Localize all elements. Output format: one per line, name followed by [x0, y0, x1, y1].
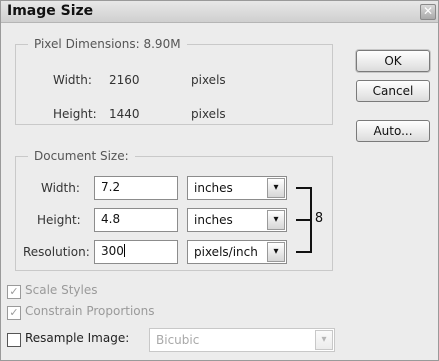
document-width-label: Width: [41, 181, 80, 195]
ok-button[interactable]: OK [356, 50, 430, 72]
resolution-input[interactable]: 300 [94, 240, 178, 264]
chevron-down-icon[interactable]: ▾ [315, 330, 333, 350]
resample-method-select[interactable]: Bicubic ▾ [149, 328, 335, 352]
resolution-unit-value: pixels/inch [194, 245, 258, 259]
document-height-input[interactable]: 4.8 [94, 208, 178, 232]
resample-method-value: Bicubic [156, 333, 200, 347]
scale-styles-checkbox[interactable]: ✓ [7, 285, 21, 299]
document-height-label: Height: [37, 213, 81, 227]
pixel-width-label: Width: [53, 73, 92, 87]
auto-button[interactable]: Auto... [356, 120, 430, 142]
constrain-proportions-label: Constrain Proportions [25, 304, 155, 318]
title-bar[interactable]: Image Size ✕ [1, 1, 438, 23]
pixel-dimensions-legend: Pixel Dimensions: 8.90M [34, 37, 181, 51]
chevron-down-icon[interactable]: ▾ [267, 178, 285, 198]
pixel-height-label: Height: [53, 107, 97, 121]
chevron-down-icon[interactable]: ▾ [267, 242, 285, 262]
pixel-width-unit: pixels [191, 73, 226, 87]
resample-image-label: Resample Image: [25, 331, 130, 345]
resolution-value: 300 [101, 244, 124, 258]
resolution-unit-select[interactable]: pixels/inch ▾ [187, 240, 287, 264]
pixel-height-value: 1440 [109, 107, 140, 121]
image-size-dialog: Image Size ✕ Pixel Dimensions: 8.90M Wid… [0, 0, 439, 361]
chain-link-icon: 8 [314, 211, 324, 226]
constrain-proportions-checkbox[interactable]: ✓ [7, 306, 21, 320]
document-height-unit-value: inches [194, 213, 233, 227]
document-width-unit-value: inches [194, 181, 233, 195]
document-width-input[interactable]: 7.2 [94, 176, 178, 200]
resample-image-checkbox[interactable] [7, 333, 21, 347]
bracket-vertical-top [310, 187, 312, 221]
resolution-label: Resolution: [23, 245, 90, 259]
scale-styles-label: Scale Styles [25, 283, 98, 297]
checkmark-icon: ✓ [9, 306, 19, 319]
document-width-unit-select[interactable]: inches ▾ [187, 176, 287, 200]
text-cursor [123, 244, 125, 257]
document-size-legend: Document Size: [34, 149, 129, 163]
close-button[interactable]: ✕ [420, 4, 436, 20]
pixel-dimensions-size: 8.90M [143, 37, 181, 51]
checkmark-icon: ✓ [9, 285, 19, 298]
document-height-unit-select[interactable]: inches ▾ [187, 208, 287, 232]
bracket-vertical-bottom [310, 221, 312, 253]
close-icon: ✕ [422, 4, 434, 18]
dialog-title: Image Size [7, 3, 94, 19]
pixel-height-unit: pixels [191, 107, 226, 121]
chevron-down-icon[interactable]: ▾ [267, 210, 285, 230]
cancel-button[interactable]: Cancel [356, 80, 430, 102]
pixel-width-value: 2160 [109, 73, 140, 87]
bracket-bottom [296, 251, 312, 253]
